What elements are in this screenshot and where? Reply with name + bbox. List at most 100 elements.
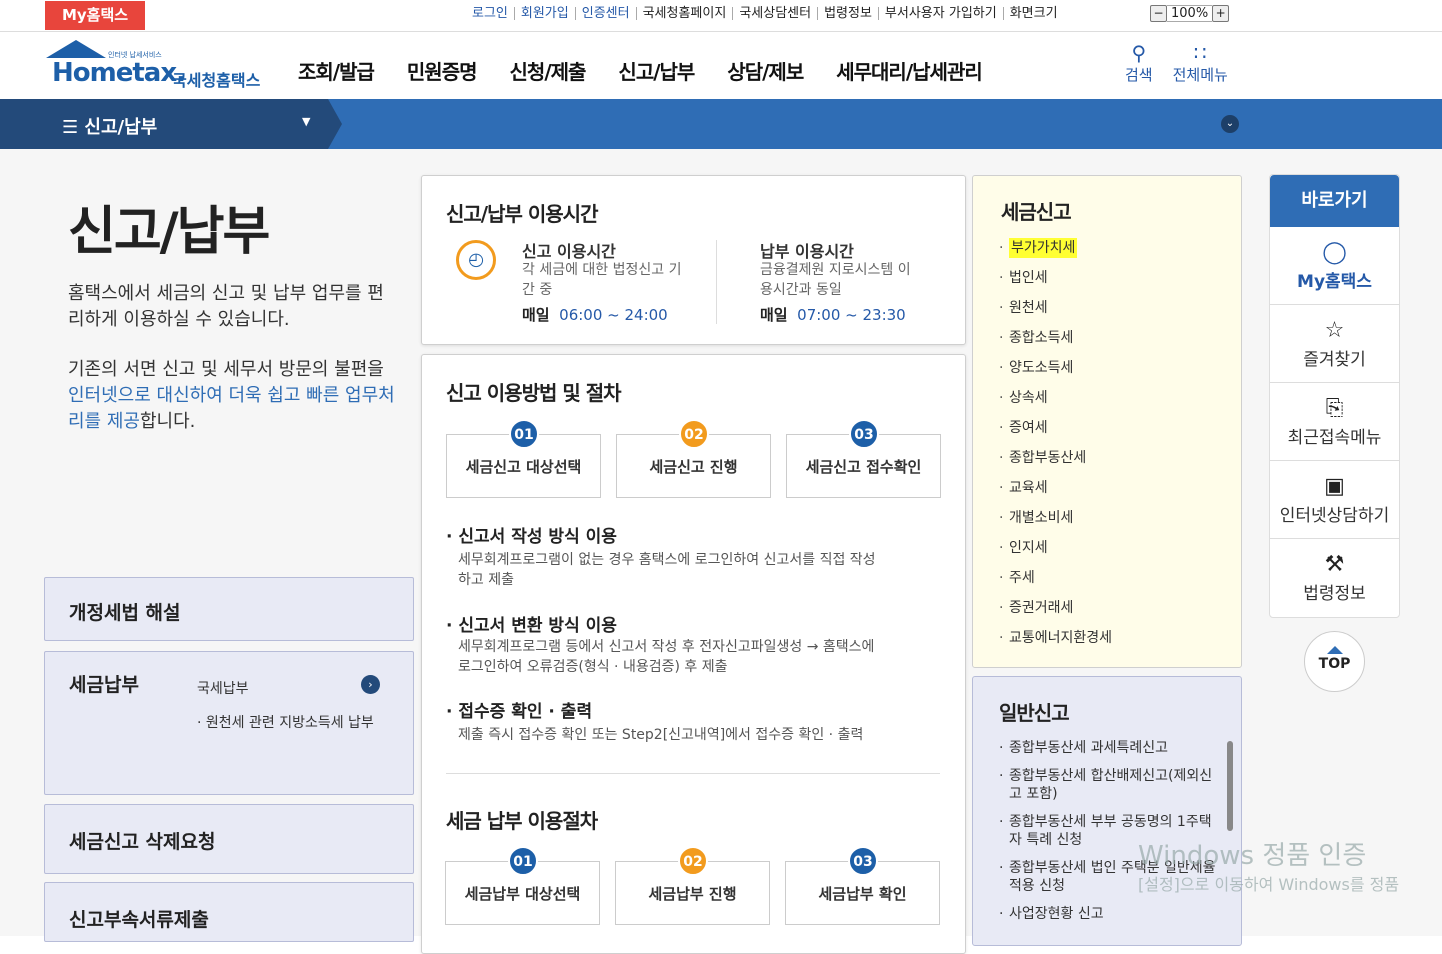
tax-report-item[interactable]: 개별소비세	[973, 503, 1241, 533]
my-hometax-tab[interactable]: My홈택스	[45, 1, 145, 30]
quick-law-label: 법령정보	[1303, 584, 1366, 604]
tax-law-revision-label: 개정세법 해설	[69, 602, 181, 624]
menu-civil-cert[interactable]: 민원증명	[407, 56, 478, 85]
tax-report-item[interactable]: 원천세	[973, 293, 1241, 323]
logo-korean: 국세청홈택스	[172, 71, 261, 90]
report-hours-title: 신고 이용시간	[522, 242, 616, 261]
pay-step-2-label: 세금납부 진행	[648, 885, 737, 903]
tax-report-item[interactable]: 종합소득세	[973, 323, 1241, 353]
zoom-value: 100%	[1167, 5, 1213, 22]
tax-report-item[interactable]: 부가가치세	[973, 233, 1241, 263]
payment-procedure-title: 세금 납부 이용절차	[446, 809, 598, 833]
counsel-center-link[interactable]: 국세상담센터	[732, 7, 817, 20]
pay-step-3-number: 03	[848, 846, 878, 876]
tax-report-item[interactable]: 교통에너지환경세	[973, 623, 1241, 653]
pay-step-1-number: 01	[508, 846, 538, 876]
tax-report-list: 부가가치세 법인세 원천세 종합소득세 양도소득세 상속세 증여세 종합부동산세…	[973, 233, 1241, 653]
hometax-logo[interactable]: 인터넷 납세서비스 Hometax. 국세청홈택스	[44, 38, 274, 90]
tax-report-item[interactable]: 증여세	[973, 413, 1241, 443]
tax-report-item[interactable]: 법인세	[973, 263, 1241, 293]
hours-box: 신고/납부 이용시간 ◴ 신고 이용시간 각 세금에 대한 법정신고 기간 중 …	[421, 175, 966, 345]
tax-report-item[interactable]: 증권거래세	[973, 593, 1241, 623]
page-description-2: 기존의 서면 신고 및 세무서 방문의 불편을 인터넷으로 대신하여 더욱 쉽고…	[68, 357, 398, 435]
quick-law-info[interactable]: ⚒ 법령정보	[1270, 539, 1399, 617]
logo-word: Hometax.	[52, 58, 186, 88]
section-write-method: · 신고서 작성 방식 이용	[446, 527, 617, 547]
hours-title: 신고/납부 이용시간	[446, 202, 598, 226]
all-menu-button[interactable]: ∷ 전체메뉴	[1173, 42, 1228, 85]
nts-home-link[interactable]: 국세청홈페이지	[635, 7, 733, 20]
step-3-number: 03	[849, 419, 879, 449]
pay-step-3-box[interactable]: 03 세금납부 확인	[785, 846, 940, 925]
national-tax-payment-link[interactable]: 국세납부	[197, 678, 249, 698]
quick-favorites[interactable]: ☆ 즐겨찾기	[1270, 305, 1399, 383]
zoom-in-button[interactable]: +	[1212, 5, 1230, 22]
tax-report-item[interactable]: 상속세	[973, 383, 1241, 413]
all-menu-label: 전체메뉴	[1172, 66, 1228, 84]
step-2-label: 세금신고 진행	[649, 458, 738, 476]
step-2-box[interactable]: 02 세금신고 진행	[616, 419, 771, 498]
dept-user-signup-link[interactable]: 부서사용자 가입하기	[877, 7, 1003, 20]
tax-report-item[interactable]: 교육세	[973, 473, 1241, 503]
chevron-right-icon[interactable]: ›	[361, 675, 380, 694]
tax-report-item[interactable]: 종합부동산세	[973, 443, 1241, 473]
menu-tax-agent[interactable]: 세무대리/납세관리	[836, 56, 983, 85]
subnav-dark	[0, 99, 328, 149]
header-icons: ⚲ 검색 ∷ 전체메뉴	[1125, 42, 1248, 85]
search-icon: ⚲	[1131, 41, 1147, 65]
login-link[interactable]: 로그인	[466, 7, 514, 20]
arrow-up-icon	[1326, 646, 1343, 654]
divider	[716, 240, 717, 324]
quick-counsel-label: 인터넷상담하기	[1279, 506, 1390, 526]
step-1-box[interactable]: 01 세금신고 대상선택	[446, 419, 601, 498]
step-1-number: 01	[509, 419, 539, 449]
quick-recent-menu[interactable]: ⎘ 최근접속메뉴	[1270, 383, 1399, 461]
report-deletion-request-box[interactable]: 세금신고 삭제요청	[44, 804, 414, 874]
step-3-label: 세금신고 접수확인	[805, 458, 922, 476]
convert-method-title: 신고서 변환 방식 이용	[458, 616, 617, 636]
tax-report-item[interactable]: 양도소득세	[973, 353, 1241, 383]
person-icon: ◯	[1322, 240, 1347, 265]
general-report-item[interactable]: · 종합부동산세 합산배제신고(제외신고 포함)	[973, 763, 1218, 809]
subnav-menu-button[interactable]: ☰ 신고/납부	[62, 113, 157, 139]
report-daily: 매일	[522, 306, 550, 324]
report-deletion-label: 세금신고 삭제요청	[69, 831, 216, 853]
chevron-down-icon[interactable]: ▼	[302, 115, 310, 128]
house-icon	[46, 40, 106, 58]
grid-icon: ∷	[1193, 41, 1207, 65]
local-income-tax-label: 원천세 관련 지방소득세 납부	[205, 715, 374, 731]
menu-counsel-report[interactable]: 상담/제보	[727, 56, 804, 85]
pay-step-2-box[interactable]: 02 세금납부 진행	[615, 846, 770, 925]
header: 인터넷 납세서비스 Hometax. 국세청홈택스 조회/발급 민원증명 신청/…	[0, 32, 1442, 99]
step-3-box[interactable]: 03 세금신고 접수확인	[786, 419, 941, 498]
law-info-link[interactable]: 법령정보	[817, 7, 878, 20]
general-report-item[interactable]: · 종합부동산세 과세특례신고	[973, 735, 1218, 763]
main-menu: 조회/발급 민원증명 신청/제출 신고/납부 상담/제보 세무대리/납세관리	[298, 56, 1015, 85]
page-title: 신고/납부	[68, 202, 270, 262]
general-report-item[interactable]: · 사업장현황 신고	[973, 901, 1218, 929]
attachment-submit-box[interactable]: 신고부속서류제출	[44, 882, 414, 942]
zoom-out-button[interactable]: −	[1150, 5, 1167, 22]
pay-hours-title: 납부 이용시간	[760, 242, 854, 261]
general-item-1: 종합부동산세 합산배제신고(제외신고 포함)	[1009, 768, 1213, 802]
menu-inquiry-issue[interactable]: 조회/발급	[298, 56, 375, 85]
step-2-number: 02	[679, 419, 709, 449]
scroll-top-button[interactable]: TOP	[1304, 631, 1365, 692]
tax-report-item[interactable]: 인지세	[973, 533, 1241, 563]
cert-center-link[interactable]: 인증센터	[574, 7, 636, 20]
scrollbar-thumb[interactable]	[1227, 741, 1233, 831]
signup-link[interactable]: 회원가입	[513, 7, 575, 20]
menu-apply-submit[interactable]: 신청/제출	[510, 56, 587, 85]
tax-report-item[interactable]: 주세	[973, 563, 1241, 593]
local-income-tax-payment-link[interactable]: · 원천세 관련 지방소득세 납부	[197, 712, 374, 732]
general-item-4: 사업장현황 신고	[1009, 906, 1104, 922]
content-area: 신고/납부 홈택스에서 세금의 신고 및 납부 업무를 편리하게 이용하실 수 …	[0, 149, 1442, 954]
quick-online-counsel[interactable]: ▣ 인터넷상담하기	[1270, 461, 1399, 539]
expand-circle-icon[interactable]: ⌄	[1221, 115, 1239, 133]
search-button[interactable]: ⚲ 검색	[1125, 42, 1153, 85]
menu-report-pay[interactable]: 신고/납부	[618, 56, 695, 85]
pay-step-1-box[interactable]: 01 세금납부 대상선택	[445, 846, 600, 925]
attachment-submit-label: 신고부속서류제출	[69, 909, 209, 931]
quick-my-hometax[interactable]: ◯ My홈택스	[1270, 227, 1399, 305]
tax-law-revision-box[interactable]: 개정세법 해설	[44, 577, 414, 641]
